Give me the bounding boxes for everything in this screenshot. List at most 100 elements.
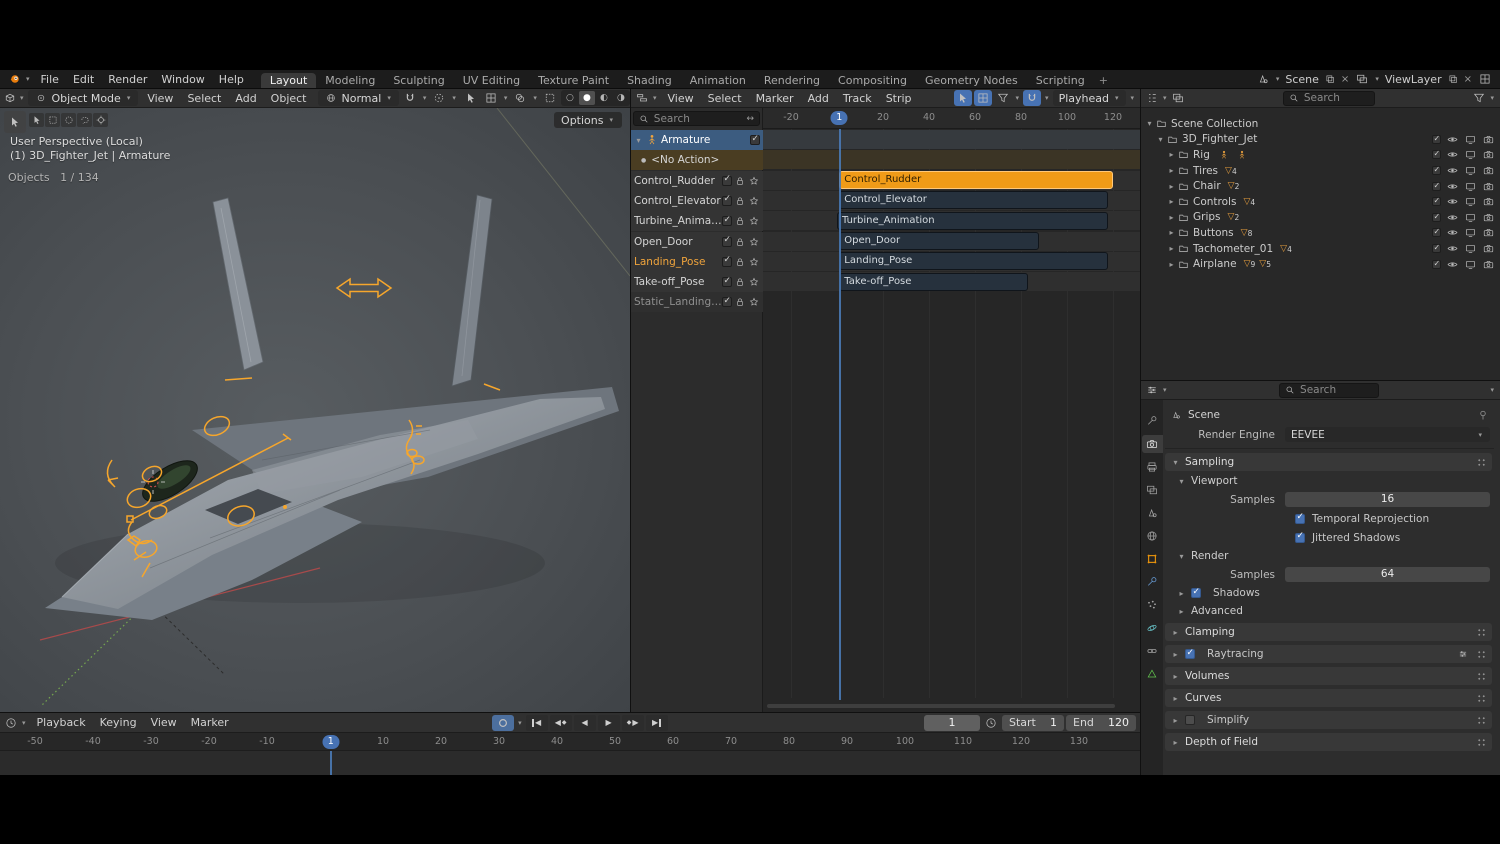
workspace-tab-uv-editing[interactable]: UV Editing	[454, 73, 529, 88]
panel-sampling[interactable]: ▾ Sampling	[1165, 453, 1492, 471]
nla-strip-turbine-animation[interactable]: Turbine_Animation	[837, 211, 1109, 230]
nla-track-landing-pose[interactable]: Landing_Pose	[631, 251, 763, 272]
exclude-checkbox[interactable]	[1432, 212, 1441, 222]
render-samples-field[interactable]: 64	[1285, 567, 1490, 582]
pin-icon[interactable]	[1476, 408, 1490, 422]
raytracing-checkbox[interactable]	[1185, 648, 1195, 659]
outliner-row-3d-fighter-jet[interactable]: ▾ 3D_Fighter_Jet	[1141, 132, 1500, 148]
workspace-tab-texture-paint[interactable]: Texture Paint	[529, 73, 618, 88]
screen-icon[interactable]	[1464, 133, 1477, 146]
timeline-playhead[interactable]	[329, 751, 332, 775]
screen-icon[interactable]	[1464, 164, 1477, 177]
transform-orientation-dropdown[interactable]: Normal ▾	[317, 90, 399, 106]
end-frame-field[interactable]: End 120	[1066, 714, 1136, 731]
lock-icon[interactable]	[734, 256, 746, 268]
shading-material-button[interactable]: ◐	[596, 91, 612, 105]
lock-icon[interactable]	[734, 195, 746, 207]
raytracing-settings-icon[interactable]	[1456, 647, 1470, 661]
nla-strip-control-elevator[interactable]: Control_Elevator	[839, 191, 1109, 210]
outliner-row-rig[interactable]: ▸ Rig	[1141, 147, 1500, 163]
shadows-checkbox[interactable]	[1191, 587, 1201, 598]
timeline-menu-keying[interactable]: Keying	[93, 715, 144, 730]
jump-to-end-button[interactable]: ▶	[645, 714, 668, 731]
outliner-row-controls[interactable]: ▸ Controls ▽ 4	[1141, 194, 1500, 210]
workspace-tab-modeling[interactable]: Modeling	[316, 73, 384, 88]
timeline-current-frame-pill[interactable]: 1	[322, 735, 340, 749]
chevron-right-icon[interactable]: ▸	[1167, 228, 1176, 237]
editor-type-icon[interactable]	[1145, 383, 1159, 397]
screen-icon[interactable]	[1464, 226, 1477, 239]
scene-selector[interactable]: ▾ Scene ×	[1256, 72, 1349, 86]
tool-option-select-circle[interactable]	[61, 113, 76, 127]
nla-track-static-landing-pos[interactable]: Static_Landing_Pos	[631, 292, 763, 313]
prop-tab-tool[interactable]	[1142, 412, 1163, 430]
editor-type-icon[interactable]	[4, 716, 18, 730]
drag-dots-icon[interactable]	[1477, 737, 1486, 747]
viewport-samples-field[interactable]: 16	[1285, 492, 1490, 507]
topbar-menu-file[interactable]: File	[34, 72, 66, 87]
render-engine-select[interactable]: EEVEE ▾	[1285, 427, 1490, 442]
nla-strip-control-rudder[interactable]: Control_Rudder	[839, 171, 1113, 190]
eye-icon[interactable]	[1446, 195, 1459, 208]
remove-viewlayer-icon[interactable]: ×	[1464, 74, 1472, 85]
outliner-search[interactable]	[1282, 90, 1375, 106]
camera-icon[interactable]	[1482, 242, 1495, 255]
nla-playhead[interactable]	[839, 129, 842, 700]
shading-wireframe-button[interactable]: ○	[562, 91, 578, 105]
track-mute-checkbox[interactable]	[722, 194, 732, 206]
nla-menu-strip[interactable]: Strip	[879, 91, 919, 106]
camera-icon[interactable]	[1482, 148, 1495, 161]
tool-option-select-box[interactable]	[45, 113, 60, 127]
star-icon[interactable]	[748, 256, 760, 268]
preview-range-button[interactable]	[982, 715, 1000, 731]
lock-icon[interactable]	[734, 236, 746, 248]
screen-icon[interactable]	[1464, 258, 1477, 271]
new-viewlayer-icon[interactable]	[1446, 72, 1460, 86]
nla-ruler[interactable]: -20 20 40 60 80 100 120 1	[763, 108, 1140, 129]
chevron-down-icon[interactable]: ▾	[1145, 119, 1154, 128]
viewport-menu-select[interactable]: Select	[180, 91, 228, 106]
editor-type-icon[interactable]	[4, 91, 16, 105]
timeline-menu-marker[interactable]: Marker	[184, 715, 236, 730]
temporal-reprojection-checkbox[interactable]	[1295, 512, 1305, 524]
exclude-checkbox[interactable]	[1432, 134, 1441, 144]
outliner-row-chair[interactable]: ▸ Chair ▽ 2	[1141, 178, 1500, 194]
expand-icon[interactable]: ▾	[634, 136, 643, 145]
panel-volumes[interactable]: ▸ Volumes	[1165, 667, 1492, 685]
mode-dropdown[interactable]: Object Mode ▾	[27, 90, 139, 106]
xray-toggle-button[interactable]	[541, 90, 559, 106]
screen-icon[interactable]	[1464, 242, 1477, 255]
screen-layout-icon[interactable]	[1478, 72, 1492, 86]
exclude-checkbox[interactable]	[1432, 259, 1441, 269]
panel-curves[interactable]: ▸ Curves	[1165, 689, 1492, 707]
outliner-row-buttons[interactable]: ▸ Buttons ▽ 8	[1141, 225, 1500, 241]
exclude-checkbox[interactable]	[1432, 165, 1441, 176]
workspace-add-tab[interactable]: +	[1094, 73, 1113, 88]
exclude-checkbox[interactable]	[1432, 196, 1441, 207]
eye-icon[interactable]	[1446, 164, 1459, 177]
workspace-tab-rendering[interactable]: Rendering	[755, 73, 829, 88]
nla-horizontal-scrollbar[interactable]	[767, 704, 1115, 708]
filter-icon[interactable]	[1472, 91, 1486, 105]
chevron-right-icon[interactable]: ▸	[1167, 182, 1176, 191]
drag-dots-icon[interactable]	[1477, 693, 1486, 703]
filter-button[interactable]	[994, 90, 1012, 106]
nla-menu-track[interactable]: Track	[836, 91, 879, 106]
prop-tab-modifiers[interactable]	[1142, 573, 1163, 591]
show-hidden-toggle[interactable]	[973, 90, 992, 106]
track-mute-checkbox[interactable]	[722, 296, 732, 308]
star-icon[interactable]	[748, 195, 760, 207]
playhead-dropdown[interactable]: Playhead ▾	[1052, 90, 1127, 106]
filter-arrows-icon[interactable]: ↔	[746, 114, 754, 124]
track-enable-checkbox[interactable]	[750, 134, 760, 145]
nla-menu-select[interactable]: Select	[701, 91, 749, 106]
workspace-tab-compositing[interactable]: Compositing	[829, 73, 916, 88]
lock-icon[interactable]	[734, 215, 746, 227]
exclude-checkbox[interactable]	[1432, 227, 1441, 238]
nla-track-open-door[interactable]: Open_Door	[631, 231, 763, 252]
options-dropdown[interactable]: Options ▾	[554, 112, 622, 128]
editor-type-icon[interactable]	[1145, 91, 1159, 105]
panel-shadows[interactable]: ▸ Shadows	[1165, 585, 1494, 601]
workspace-tab-layout[interactable]: Layout	[260, 72, 317, 88]
auto-keying-button[interactable]	[492, 714, 515, 731]
